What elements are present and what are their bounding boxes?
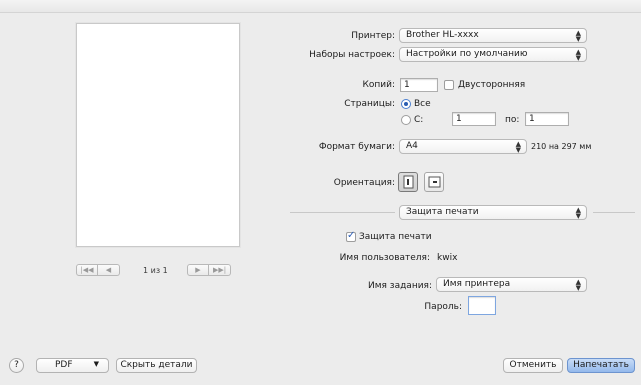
job-name-select[interactable]: Имя принтера ▲ ▼	[436, 277, 587, 292]
printer-label: Принтер:	[351, 31, 395, 41]
pages-range-radio[interactable]	[401, 115, 411, 125]
pdf-label: PDF	[55, 360, 73, 370]
printer-select-value: Brother HL-xxxx	[406, 30, 479, 40]
pages-to-label: по:	[505, 115, 520, 125]
updown-arrows-icon: ▲ ▼	[515, 140, 521, 154]
presets-label: Наборы настроек:	[309, 50, 395, 60]
separator-left	[290, 212, 395, 213]
updown-arrows-icon: ▲ ▼	[575, 29, 581, 43]
job-name-select-value: Имя принтера	[443, 279, 511, 289]
user-name-label: Имя пользователя:	[339, 253, 430, 263]
print-dialog: |◀◀ ◀ 1 из 1 ▶ ▶▶| Принтер: Brother HL-x…	[0, 0, 641, 385]
pages-all-radio[interactable]	[401, 99, 411, 109]
page-preview	[76, 23, 240, 247]
pages-from-label: С:	[414, 115, 424, 125]
presets-select[interactable]: Настройки по умолчанию ▲ ▼	[399, 47, 587, 62]
secure-print-checkbox[interactable]	[346, 230, 356, 242]
first-page-button[interactable]: |◀◀	[76, 264, 98, 276]
pages-label: Страницы:	[344, 99, 395, 109]
hide-details-button[interactable]: Скрыть детали	[116, 358, 197, 373]
section-select-value: Защита печати	[406, 207, 479, 217]
last-page-button[interactable]: ▶▶|	[209, 264, 231, 276]
password-label: Пароль:	[424, 302, 462, 312]
paper-select[interactable]: A4 ▲ ▼	[399, 139, 527, 154]
paper-size-text: 210 на 297 мм	[531, 142, 592, 151]
pages-to-field[interactable]: 1	[525, 112, 569, 126]
separator-right	[593, 212, 635, 213]
help-button[interactable]: ?	[9, 358, 24, 373]
job-name-label: Имя задания:	[367, 281, 432, 291]
pages-from-field[interactable]: 1	[452, 112, 496, 126]
print-button[interactable]: Напечатать	[567, 358, 635, 373]
password-field[interactable]	[468, 296, 496, 315]
copies-field[interactable]: 1	[400, 78, 438, 92]
duplex-checkbox[interactable]	[444, 80, 454, 90]
landscape-button[interactable]	[424, 172, 444, 192]
secure-print-label: Защита печати	[359, 232, 432, 242]
pdf-menu-button[interactable]: PDF ▼	[36, 358, 109, 373]
user-name-value: kwix	[437, 253, 458, 263]
paper-label: Формат бумаги:	[318, 142, 395, 152]
page-info: 1 из 1	[143, 266, 168, 275]
section-select[interactable]: Защита печати ▲ ▼	[399, 205, 587, 220]
updown-arrows-icon: ▲ ▼	[575, 206, 581, 220]
cancel-button[interactable]: Отменить	[503, 358, 563, 373]
duplex-label: Двусторонняя	[458, 80, 526, 90]
landscape-icon	[428, 176, 441, 188]
orientation-label: Ориентация:	[333, 178, 395, 188]
updown-arrows-icon: ▲ ▼	[575, 48, 581, 62]
preview-nav-forward-group: ▶ ▶▶|	[187, 264, 231, 277]
printer-select[interactable]: Brother HL-xxxx ▲ ▼	[399, 28, 587, 43]
prev-page-button[interactable]: ◀	[98, 264, 120, 276]
paper-select-value: A4	[406, 141, 418, 151]
updown-arrows-icon: ▲ ▼	[575, 278, 581, 292]
portrait-icon	[403, 175, 414, 189]
preview-nav-back-group: |◀◀ ◀	[76, 264, 120, 277]
pages-all-label: Все	[414, 99, 431, 109]
chevron-down-icon: ▼	[93, 360, 99, 368]
portrait-button[interactable]	[398, 172, 418, 192]
presets-select-value: Настройки по умолчанию	[406, 49, 528, 59]
copies-label: Копий:	[362, 80, 395, 90]
next-page-button[interactable]: ▶	[187, 264, 209, 276]
window-top-strip	[0, 0, 641, 13]
